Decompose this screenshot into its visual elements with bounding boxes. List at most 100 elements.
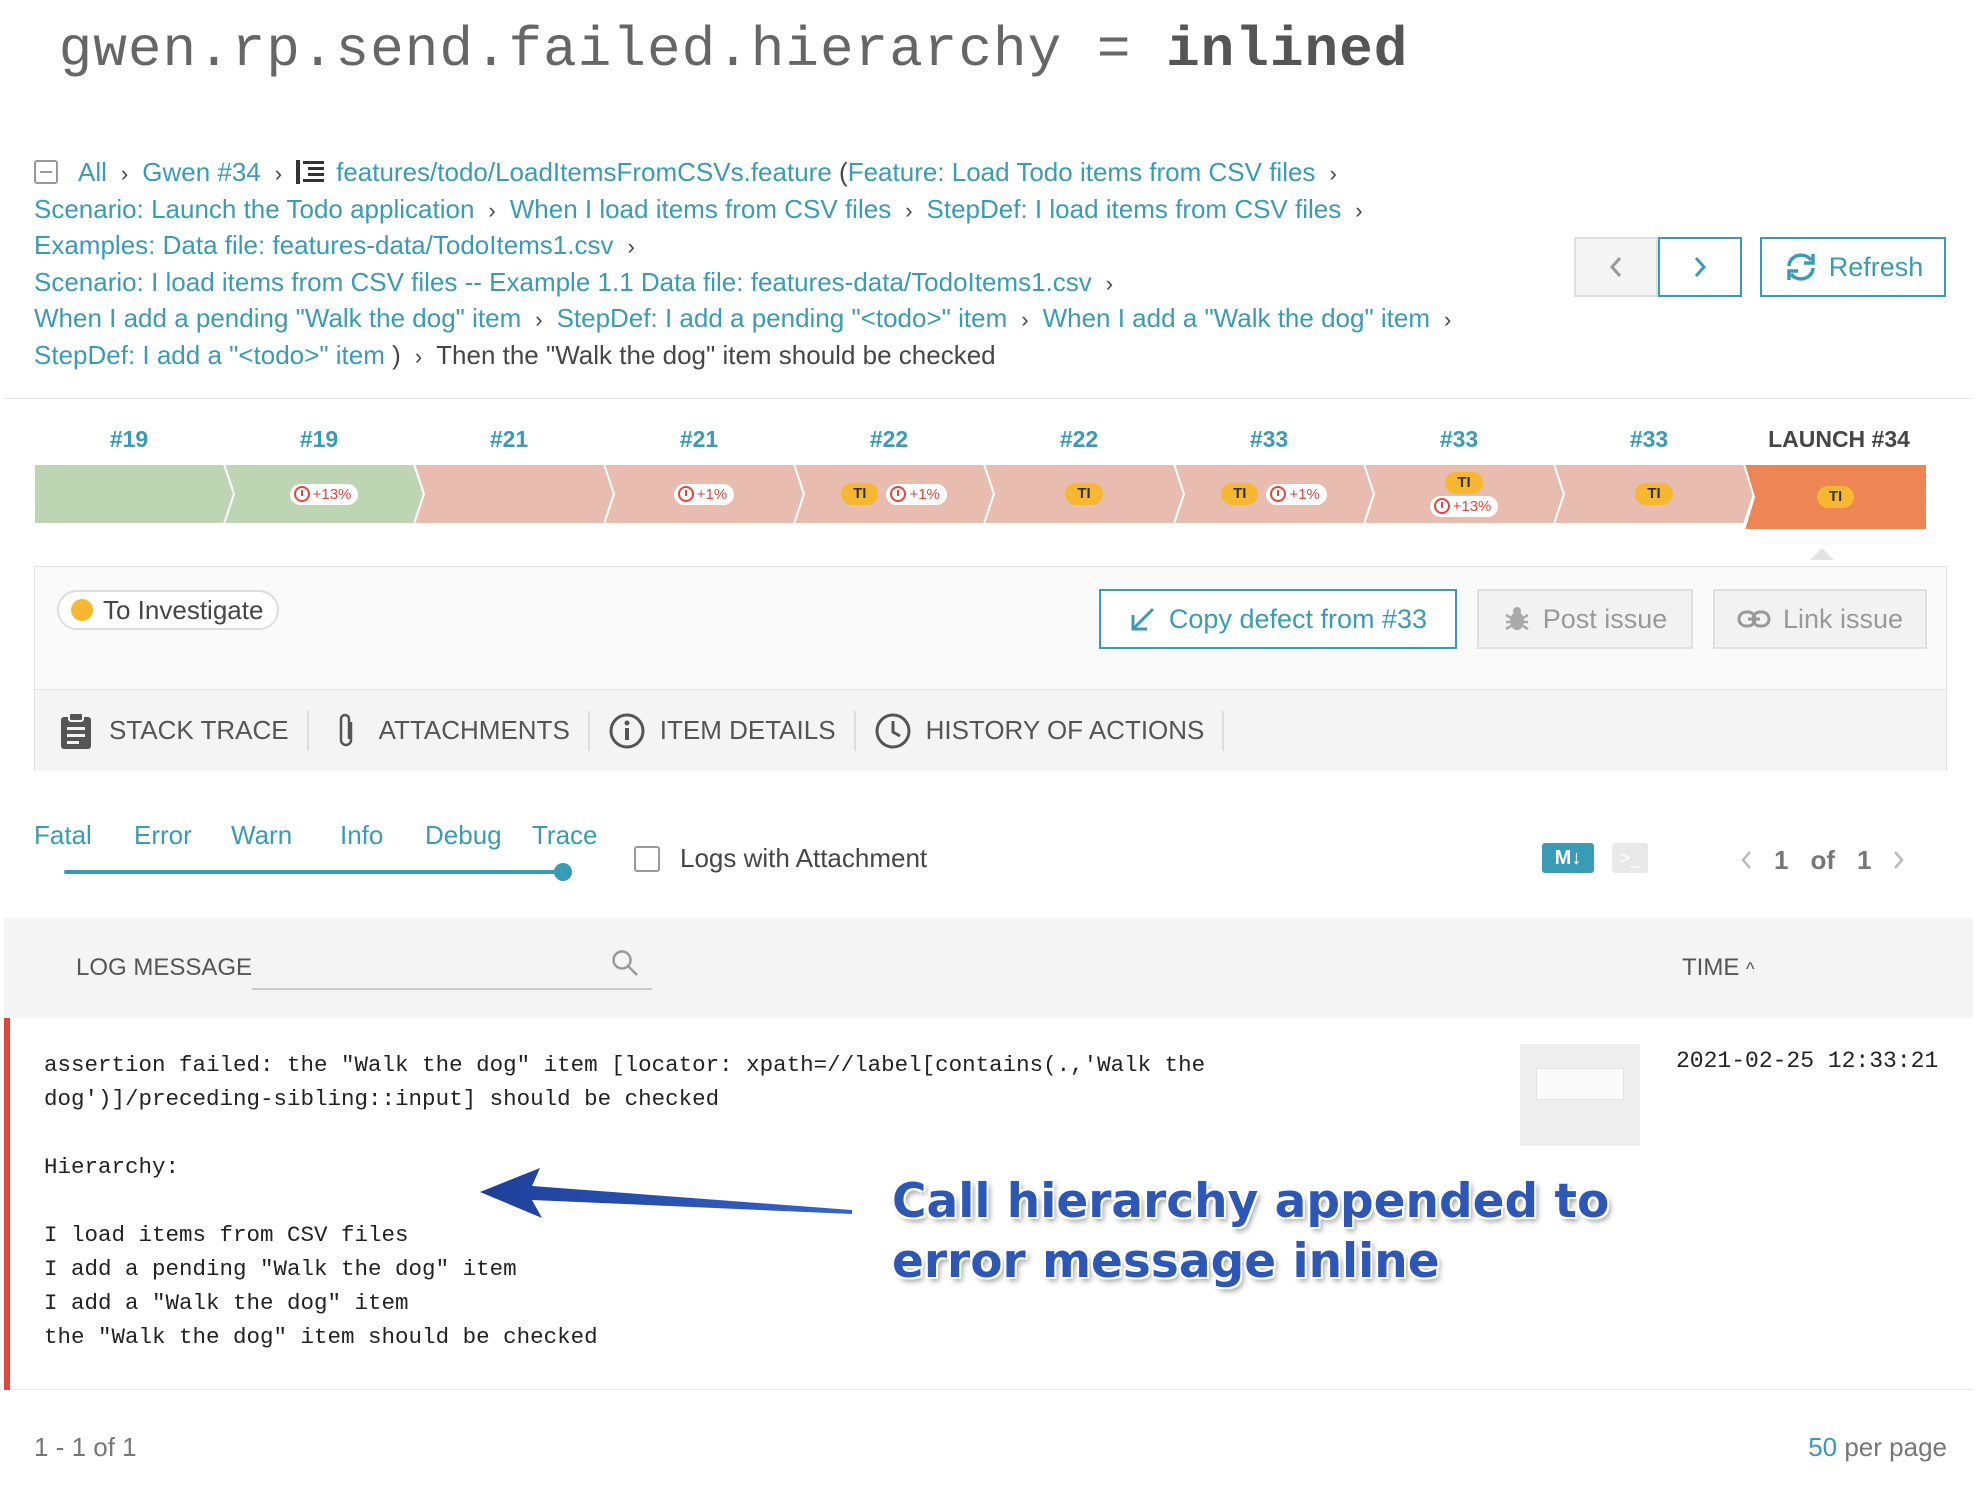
log-level-indicator xyxy=(4,1018,10,1390)
level-fatal[interactable]: Fatal xyxy=(34,820,92,851)
level-warn[interactable]: Warn xyxy=(231,820,292,851)
attachment-thumbnail[interactable] xyxy=(1520,1044,1640,1146)
level-slider-handle[interactable] xyxy=(554,863,572,881)
breadcrumb-scenario-load[interactable]: Scenario: I load items from CSV files --… xyxy=(34,267,1092,297)
history-label[interactable]: #33 xyxy=(1554,426,1744,453)
history-label[interactable]: #21 xyxy=(604,426,794,453)
breadcrumb-when-pending[interactable]: When I add a pending "Walk the dog" item xyxy=(34,303,521,333)
duration-growth-badge: +1% xyxy=(673,483,735,505)
log-time: 2021-02-25 12:33:21 xyxy=(1676,1048,1939,1074)
breadcrumb-launch[interactable]: Gwen #34 xyxy=(142,157,261,187)
history-item[interactable] xyxy=(34,464,234,524)
level-info[interactable]: Info xyxy=(340,820,383,851)
breadcrumb-when-load[interactable]: When I load items from CSV files xyxy=(510,194,891,224)
clock-icon xyxy=(677,486,694,502)
next-item-button[interactable] xyxy=(1658,237,1742,297)
history-label[interactable]: #21 xyxy=(414,426,604,453)
breadcrumb: All › Gwen #34 › features/todo/LoadItemsFrom… xyxy=(34,157,1452,370)
sort-asc-icon: ^ xyxy=(1746,959,1755,979)
history-item[interactable]: TI +1% xyxy=(1174,464,1374,524)
history-label[interactable]: LAUNCH #34 xyxy=(1744,426,1934,453)
level-slider-track[interactable] xyxy=(64,870,564,874)
copy-defect-label: Copy defect from #33 xyxy=(1168,603,1428,634)
history-item[interactable]: TI xyxy=(984,464,1184,524)
breadcrumb-stepdef-add[interactable]: StepDef: I add a "<todo>" item xyxy=(34,340,385,370)
history-label[interactable]: #19 xyxy=(34,426,224,453)
history-item[interactable]: +1% xyxy=(604,464,804,524)
defect-type-label: To Investigate xyxy=(103,594,264,625)
refresh-button[interactable]: Refresh xyxy=(1760,237,1946,297)
history-label[interactable]: #33 xyxy=(1174,426,1364,453)
tab-attachments[interactable]: ATTACHMENTS xyxy=(327,710,590,751)
paperclip-icon xyxy=(327,712,365,750)
history-item[interactable]: TI +13% xyxy=(1364,464,1564,524)
defect-type-badge[interactable]: To Investigate xyxy=(57,590,280,630)
tab-item-details[interactable]: ITEM DETAILS xyxy=(608,710,856,751)
markdown-toggle-button[interactable]: M↓ xyxy=(1542,843,1594,873)
config-title: gwen.rp.send.failed.hierarchy = inlined xyxy=(58,18,1409,82)
tab-history-of-actions[interactable]: HISTORY OF ACTIONS xyxy=(874,710,1225,751)
console-toggle-button[interactable]: >_ xyxy=(1612,843,1648,873)
defect-type-dot xyxy=(71,599,93,621)
log-search-input[interactable] xyxy=(252,940,652,990)
info-icon xyxy=(608,712,646,750)
history-label[interactable]: #33 xyxy=(1364,426,1554,453)
breadcrumb-feature[interactable]: Feature: Load Todo items from CSV files xyxy=(848,157,1316,187)
to-investigate-badge: TI xyxy=(841,483,879,505)
link-issue-button[interactable]: Link issue xyxy=(1713,589,1927,649)
history-label[interactable]: #22 xyxy=(984,426,1174,453)
level-error[interactable]: Error xyxy=(134,820,192,851)
level-debug[interactable]: Debug xyxy=(425,820,502,851)
level-trace[interactable]: Trace xyxy=(532,820,598,851)
to-investigate-badge: TI xyxy=(1635,483,1673,505)
breadcrumb-stepdef-pending[interactable]: StepDef: I add a pending "<todo>" item xyxy=(557,303,1008,333)
history-item[interactable]: +13% xyxy=(224,464,424,524)
clock-icon xyxy=(1433,498,1450,514)
link-icon xyxy=(1737,610,1771,628)
breadcrumb-stepdef-load[interactable]: StepDef: I load items from CSV files xyxy=(927,194,1342,224)
log-level-filter[interactable]: Fatal Error Warn Info Debug Trace xyxy=(34,820,614,881)
history-item[interactable]: TI xyxy=(1744,464,1927,530)
post-issue-button[interactable]: Post issue xyxy=(1477,589,1693,649)
breadcrumb-examples[interactable]: Examples: Data file: features-data/TodoI… xyxy=(34,230,614,260)
log-message-header: LOG MESSAGE xyxy=(76,954,253,981)
post-issue-label: Post issue xyxy=(1542,603,1668,634)
breadcrumb-scenario-launch[interactable]: Scenario: Launch the Todo application xyxy=(34,194,474,224)
chevron-left-icon xyxy=(1609,257,1622,277)
details-tabs: STACK TRACE ATTACHMENTS ITEM DETAILS HIS… xyxy=(35,689,1946,771)
refresh-label: Refresh xyxy=(1828,251,1924,282)
to-investigate-badge: TI xyxy=(1445,471,1483,494)
history-item[interactable]: TI xyxy=(1554,464,1754,524)
copy-defect-button[interactable]: Copy defect from #33 xyxy=(1099,589,1457,649)
breadcrumb-all[interactable]: All xyxy=(78,157,107,187)
refresh-icon xyxy=(1786,253,1815,281)
tab-stack-trace[interactable]: STACK TRACE xyxy=(57,710,309,751)
chevron-right-icon[interactable] xyxy=(1893,850,1905,870)
history-item[interactable] xyxy=(414,464,614,524)
chevron-right-icon xyxy=(1694,257,1707,277)
time-header[interactable]: TIME ^ xyxy=(1682,954,1754,982)
collapse-checkbox[interactable] xyxy=(34,160,58,184)
chevron-left-icon[interactable] xyxy=(1740,850,1752,870)
logs-with-attachment-checkbox[interactable] xyxy=(634,846,660,872)
previous-item-button[interactable] xyxy=(1574,237,1658,297)
duration-growth-badge: +13% xyxy=(289,483,359,505)
breadcrumb-current: Then the "Walk the dog" item should be c… xyxy=(436,339,996,370)
annotation-callout: Call hierarchy appended to error message… xyxy=(892,1174,1610,1289)
divider xyxy=(4,398,1973,399)
history-item[interactable]: TI +1% xyxy=(794,464,994,524)
to-investigate-badge: TI xyxy=(1065,483,1103,505)
history-label[interactable]: #22 xyxy=(794,426,984,453)
log-pager: 1 of 1 xyxy=(1740,842,1905,878)
link-issue-label: Link issue xyxy=(1782,603,1904,634)
bug-icon xyxy=(1505,607,1529,631)
clock-icon xyxy=(890,486,907,502)
clock-icon xyxy=(1270,486,1287,502)
clock-icon xyxy=(874,712,912,750)
breadcrumb-feature-file[interactable]: features/todo/LoadItemsFromCSVs.feature xyxy=(336,157,832,187)
breadcrumb-when-add[interactable]: When I add a "Walk the dog" item xyxy=(1043,303,1430,333)
item-count: 1 - 1 of 1 xyxy=(34,1432,137,1462)
per-page-selector[interactable]: 50 per page xyxy=(1808,1432,1947,1463)
clipboard-icon xyxy=(57,711,95,750)
history-label[interactable]: #19 xyxy=(224,426,414,453)
